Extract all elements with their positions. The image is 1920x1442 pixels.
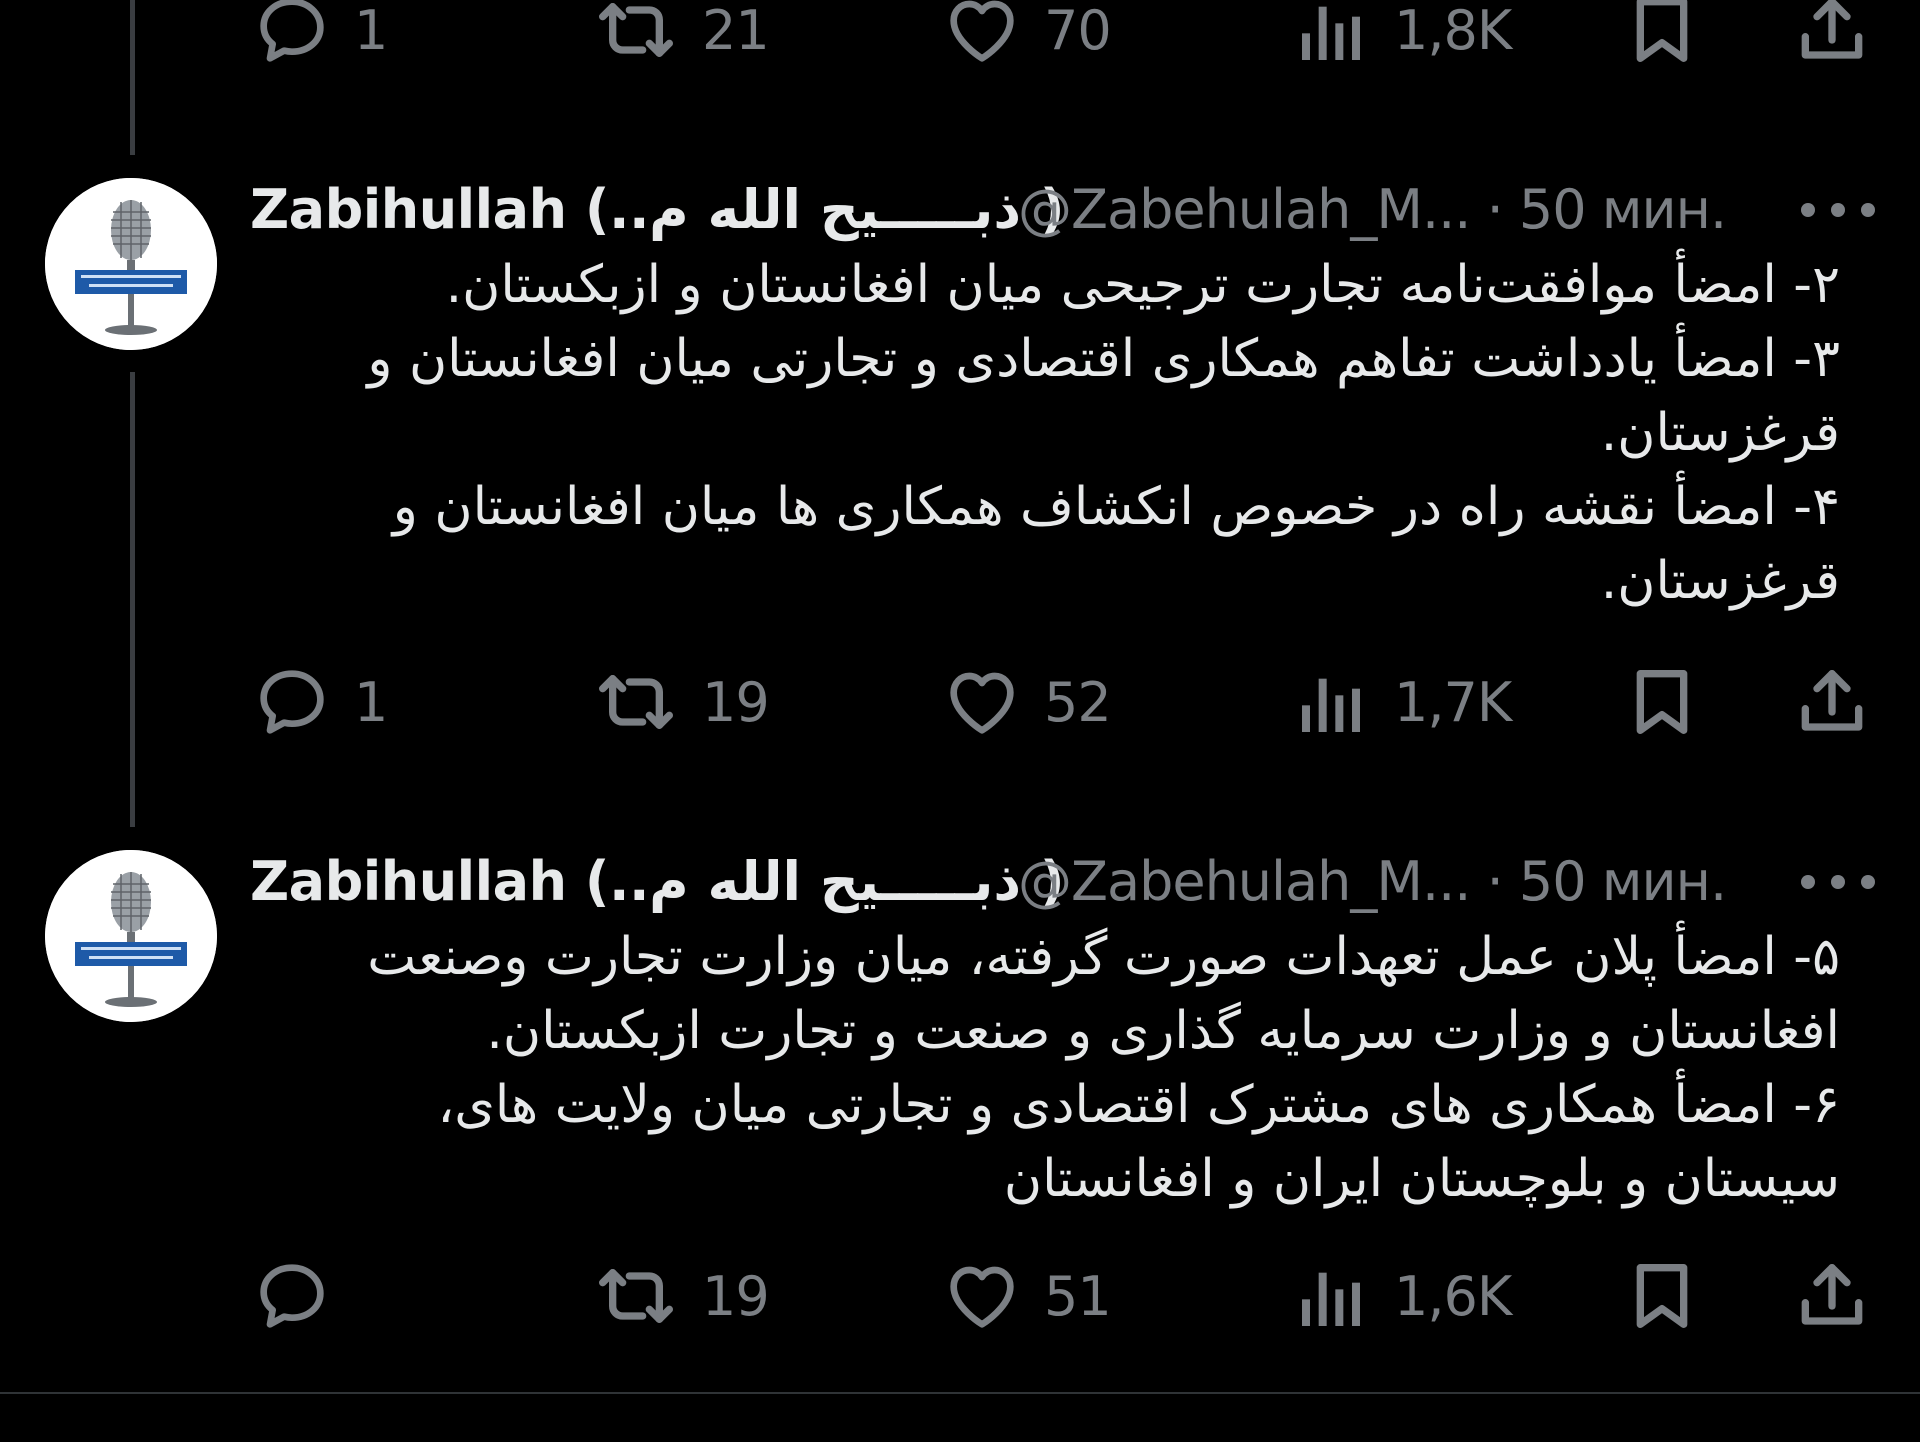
reply-button[interactable]	[252, 1256, 354, 1336]
views-icon	[1302, 1272, 1360, 1326]
bookmark-icon	[1636, 670, 1688, 734]
like-button[interactable]: 51	[942, 1256, 1112, 1336]
avatar[interactable]	[45, 178, 217, 350]
share-button[interactable]	[1792, 0, 1872, 70]
bookmark-button[interactable]	[1622, 1256, 1702, 1336]
views-button[interactable]: 1,6K	[1292, 1256, 1512, 1336]
repost-icon	[599, 3, 673, 57]
like-count: 52	[1044, 670, 1112, 734]
display-name[interactable]: Zabihullah (..ذبـــــیح الله م )	[250, 178, 1065, 241]
reply-count: 1	[354, 670, 388, 734]
tweet-header: Zabihullah (..ذبـــــیح الله م ) @Zabehu…	[250, 842, 1880, 922]
repost-count: 19	[702, 670, 770, 734]
reply-count: 1	[354, 0, 388, 62]
repost-icon	[599, 675, 673, 729]
repost-button[interactable]: 19	[592, 1256, 770, 1336]
reply-button[interactable]: 1	[252, 662, 388, 742]
like-button[interactable]: 52	[942, 662, 1112, 742]
divider	[0, 1392, 1920, 1394]
handle-timestamp[interactable]: @Zabehulah_M... · 50 мин.	[1018, 178, 1727, 241]
more-options-icon[interactable]	[1796, 200, 1880, 220]
views-count: 1,6K	[1394, 1264, 1512, 1328]
like-button[interactable]: 70	[942, 0, 1112, 70]
bookmark-button[interactable]	[1622, 662, 1702, 742]
reply-icon	[260, 1264, 324, 1328]
reply-icon	[260, 0, 324, 62]
like-count: 70	[1044, 0, 1112, 62]
thread-line	[130, 0, 135, 155]
repost-count: 21	[702, 0, 770, 62]
share-icon	[1801, 670, 1863, 731]
bookmark-icon	[1636, 0, 1688, 63]
views-icon	[1302, 678, 1360, 732]
views-button[interactable]: 1,8K	[1292, 0, 1512, 70]
repost-icon	[599, 1269, 673, 1323]
avatar[interactable]	[45, 850, 217, 1022]
share-icon	[1801, 0, 1863, 59]
tweet-text: ۵- امضأ پلان عمل تعهدات صورت گرفته، میان…	[367, 927, 1840, 1209]
views-icon	[1302, 6, 1360, 61]
microphone-icon	[45, 850, 217, 1022]
bookmark-button[interactable]	[1622, 0, 1702, 70]
tweet-actions: 1 19 52 1,7K	[252, 662, 1872, 742]
heart-icon	[950, 0, 1014, 62]
repost-count: 19	[702, 1264, 770, 1328]
heart-icon	[950, 672, 1014, 734]
views-count: 1,8K	[1394, 0, 1512, 62]
tweet-header: Zabihullah (..ذبـــــیح الله م ) @Zabehu…	[250, 170, 1880, 250]
tweet-actions: 19 51 1,6K	[252, 1256, 1872, 1336]
like-count: 51	[1044, 1264, 1112, 1328]
views-button[interactable]: 1,7K	[1292, 662, 1512, 742]
bookmark-icon	[1636, 1264, 1688, 1328]
share-button[interactable]	[1792, 1256, 1872, 1336]
reply-icon	[260, 670, 324, 734]
repost-button[interactable]: 21	[592, 0, 770, 70]
heart-icon	[950, 1266, 1014, 1328]
microphone-icon	[45, 178, 217, 350]
tweet-text: ۲- امضأ موافقت‌نامه تجارت ترجیحی میان اف…	[367, 255, 1840, 611]
reply-button[interactable]: 1	[252, 0, 388, 70]
repost-button[interactable]: 19	[592, 662, 770, 742]
handle-timestamp[interactable]: @Zabehulah_M... · 50 мин.	[1018, 850, 1727, 913]
views-count: 1,7K	[1394, 670, 1512, 734]
share-button[interactable]	[1792, 662, 1872, 742]
display-name[interactable]: Zabihullah (..ذبـــــیح الله م )	[250, 850, 1065, 913]
share-icon	[1801, 1264, 1863, 1325]
tweet-actions: 1 21 70 1,8K	[252, 0, 1872, 70]
more-options-icon[interactable]	[1796, 872, 1880, 892]
thread-line	[130, 372, 135, 827]
